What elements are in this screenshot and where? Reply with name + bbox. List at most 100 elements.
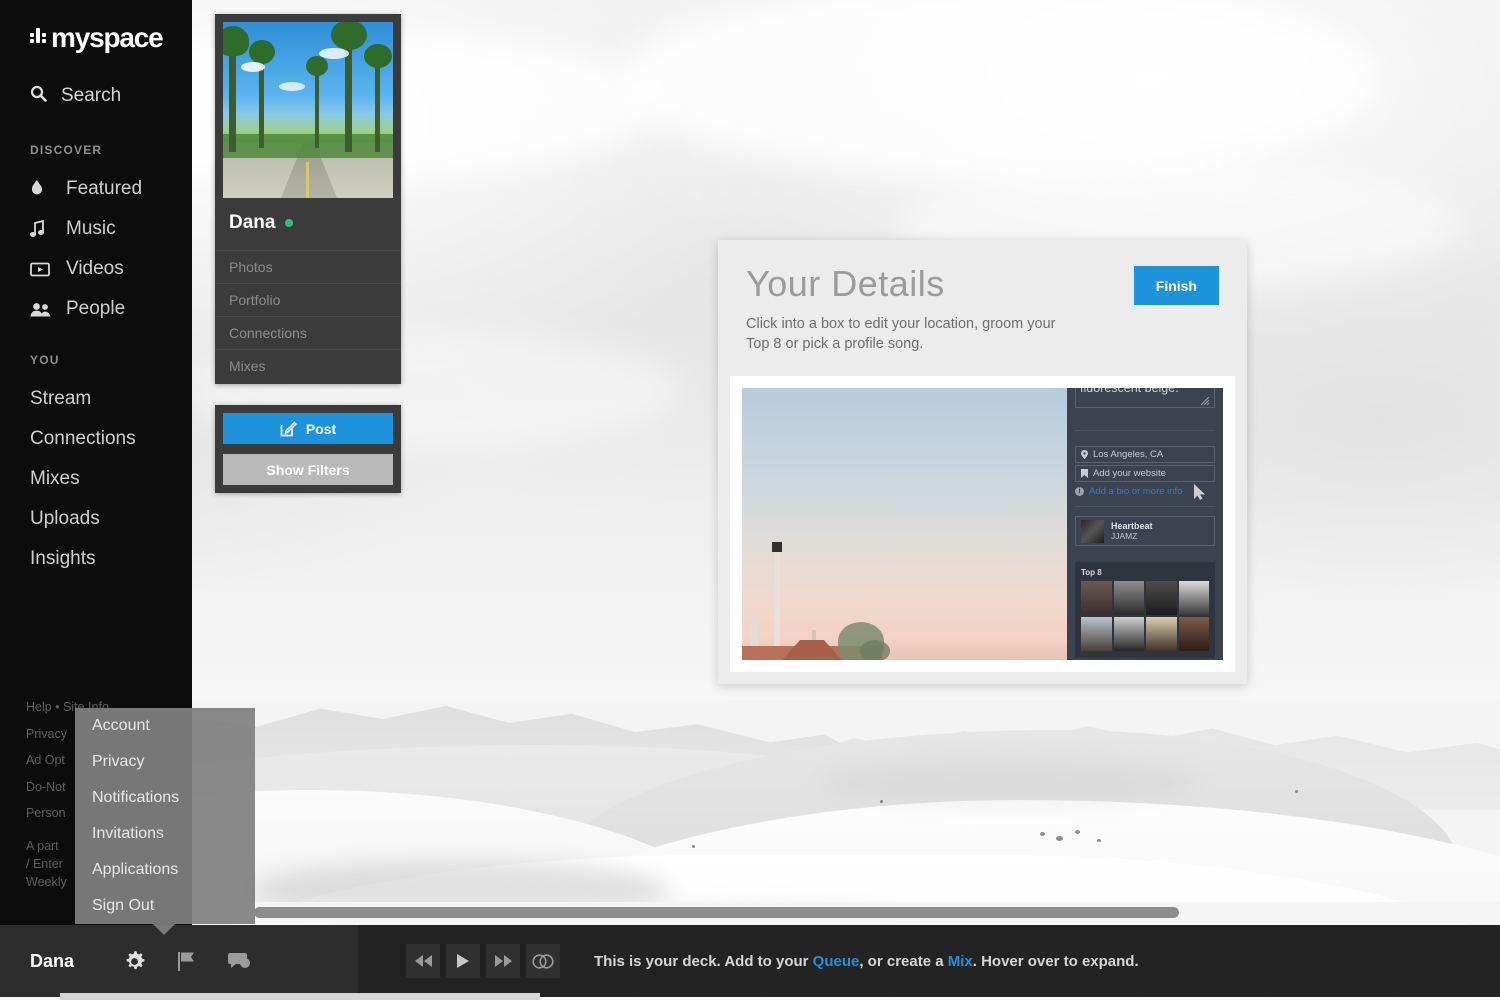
deck-username: Dana bbox=[30, 950, 75, 971]
menu-item-account[interactable]: Account bbox=[75, 708, 255, 744]
top8-thumb[interactable] bbox=[1146, 617, 1177, 651]
profile-preview-card: fluorescent beige. Los Angeles, CA Add y… bbox=[730, 376, 1235, 672]
terrain-speck bbox=[1040, 832, 1045, 836]
deck-message-part: This is your deck. Add to your bbox=[594, 952, 813, 970]
sidebar-item-label: Music bbox=[66, 218, 116, 239]
preview-website-text: Add your website bbox=[1093, 468, 1166, 479]
sidebar-item-connections[interactable]: Connections bbox=[30, 428, 136, 450]
details-header: Your Details Click into a box to edit yo… bbox=[718, 240, 1247, 354]
song-artist: JJAMZ bbox=[1111, 531, 1138, 541]
sidebar-item-insights[interactable]: Insights bbox=[30, 548, 95, 570]
sidebar-item-music[interactable]: Music bbox=[30, 218, 116, 240]
music-note-icon bbox=[30, 220, 52, 238]
flag-icon[interactable] bbox=[177, 950, 197, 972]
top8-thumb[interactable] bbox=[1113, 617, 1144, 651]
details-description: Click into a box to edit your location, … bbox=[746, 316, 1056, 352]
horizontal-scrollbar[interactable] bbox=[192, 902, 1500, 924]
deck-user-section: Dana bbox=[0, 925, 358, 997]
fast-forward-button[interactable] bbox=[486, 944, 520, 978]
mix-button[interactable] bbox=[526, 944, 560, 978]
preview-top8[interactable]: Top 8 bbox=[1075, 562, 1215, 658]
profile-name-row: Dana bbox=[215, 198, 401, 250]
myspace-logo[interactable]: myspace bbox=[30, 24, 164, 52]
deck-message-part: . Hover over to expand. bbox=[972, 952, 1139, 970]
myspace-dots-logo-icon bbox=[30, 28, 46, 43]
post-button[interactable]: Post bbox=[223, 413, 393, 444]
terrain-speck bbox=[692, 845, 695, 848]
top8-thumb[interactable] bbox=[1081, 617, 1112, 651]
top8-thumb[interactable] bbox=[1146, 581, 1177, 615]
sidebar-item-label: Featured bbox=[66, 178, 143, 199]
song-title: Heartbeat bbox=[1111, 520, 1153, 531]
sidebar-item-label: People bbox=[66, 298, 126, 319]
play-button[interactable] bbox=[446, 944, 480, 978]
sidebar-item-featured[interactable]: Featured bbox=[30, 178, 142, 200]
dune-shadow bbox=[820, 760, 1200, 805]
top8-thumb[interactable] bbox=[1178, 581, 1209, 615]
top8-thumb[interactable] bbox=[1178, 617, 1209, 651]
menu-item-invitations[interactable]: Invitations bbox=[75, 816, 255, 852]
preview-divider bbox=[1075, 506, 1215, 507]
page-scrollbar[interactable] bbox=[60, 993, 540, 1000]
menu-item-applications[interactable]: Applications bbox=[75, 852, 255, 888]
resize-handle-icon[interactable] bbox=[1201, 397, 1210, 406]
sidebar-item-mixes[interactable]: Mixes bbox=[30, 468, 80, 490]
preview-location-text: Los Angeles, CA bbox=[1093, 449, 1164, 460]
map-pin-icon bbox=[1081, 450, 1088, 459]
sidebar-item-label: Uploads bbox=[30, 508, 100, 529]
sidebar-item-videos[interactable]: Videos bbox=[30, 258, 124, 280]
action-buttons-panel: Post Show Filters bbox=[215, 405, 401, 493]
preview-quote-text: fluorescent beige. bbox=[1080, 388, 1179, 395]
deck-playback-controls bbox=[406, 944, 566, 978]
search-nav-item[interactable]: Search bbox=[30, 85, 121, 107]
profile-link-mixes[interactable]: Mixes bbox=[215, 349, 401, 384]
queue-link[interactable]: Queue bbox=[813, 953, 860, 970]
scrollbar-thumb[interactable] bbox=[254, 907, 1179, 918]
profile-card: Dana Photos Portfolio Connections Mixes bbox=[215, 14, 401, 384]
preview-website-field[interactable]: Add your website bbox=[1075, 465, 1215, 482]
sidebar-item-label: Mixes bbox=[30, 468, 80, 489]
preview-location-field[interactable]: Los Angeles, CA bbox=[1075, 446, 1215, 463]
sidebar-item-stream[interactable]: Stream bbox=[30, 388, 91, 410]
terrain-speck bbox=[1056, 836, 1063, 841]
play-icon bbox=[457, 954, 469, 968]
top8-thumb[interactable] bbox=[1081, 581, 1112, 615]
sidebar-item-uploads[interactable]: Uploads bbox=[30, 508, 100, 530]
profile-cover-photo[interactable] bbox=[223, 22, 393, 198]
your-details-panel: Your Details Click into a box to edit yo… bbox=[718, 240, 1247, 684]
profile-link-portfolio[interactable]: Portfolio bbox=[215, 283, 401, 316]
dropdown-caret-icon bbox=[153, 924, 175, 935]
rewind-icon bbox=[414, 955, 432, 967]
preview-divider bbox=[1075, 430, 1215, 431]
mouse-cursor-icon bbox=[1194, 484, 1205, 500]
you-heading: YOU bbox=[30, 353, 60, 367]
profile-link-connections[interactable]: Connections bbox=[215, 316, 401, 349]
search-label: Search bbox=[61, 85, 122, 106]
mix-link[interactable]: Mix bbox=[948, 953, 973, 970]
info-circle-icon: i bbox=[1075, 487, 1084, 496]
menu-item-sign-out[interactable]: Sign Out bbox=[75, 888, 255, 924]
gear-icon[interactable] bbox=[122, 949, 147, 974]
sidebar-item-label: Connections bbox=[30, 428, 136, 449]
top8-thumb[interactable] bbox=[1113, 581, 1144, 615]
sidebar-item-label: Insights bbox=[30, 548, 96, 569]
show-filters-button[interactable]: Show Filters bbox=[223, 454, 393, 485]
post-label: Post bbox=[305, 420, 337, 437]
people-icon bbox=[30, 302, 52, 317]
preview-photo[interactable] bbox=[742, 388, 1067, 660]
bottom-deck-bar: Dana This is your deck. Add to your Queu… bbox=[0, 925, 1500, 997]
preview-bio-link[interactable]: i Add a bio or more info bbox=[1075, 486, 1182, 497]
chat-bubble-icon[interactable] bbox=[227, 950, 251, 972]
finish-button[interactable]: Finish bbox=[1133, 266, 1219, 305]
online-dot-icon bbox=[285, 219, 294, 227]
profile-link-photos[interactable]: Photos bbox=[215, 250, 401, 283]
flame-icon bbox=[30, 180, 52, 198]
menu-item-notifications[interactable]: Notifications bbox=[75, 780, 255, 816]
menu-item-privacy[interactable]: Privacy bbox=[75, 744, 255, 780]
sidebar-item-people[interactable]: People bbox=[30, 298, 125, 320]
preview-quote-field[interactable]: fluorescent beige. bbox=[1075, 388, 1215, 408]
preview-profile-song[interactable]: Heartbeat JJAMZ bbox=[1075, 516, 1215, 546]
compose-pencil-icon bbox=[280, 420, 297, 437]
profile-preview[interactable]: fluorescent beige. Los Angeles, CA Add y… bbox=[742, 388, 1223, 660]
rewind-button[interactable] bbox=[406, 944, 440, 978]
